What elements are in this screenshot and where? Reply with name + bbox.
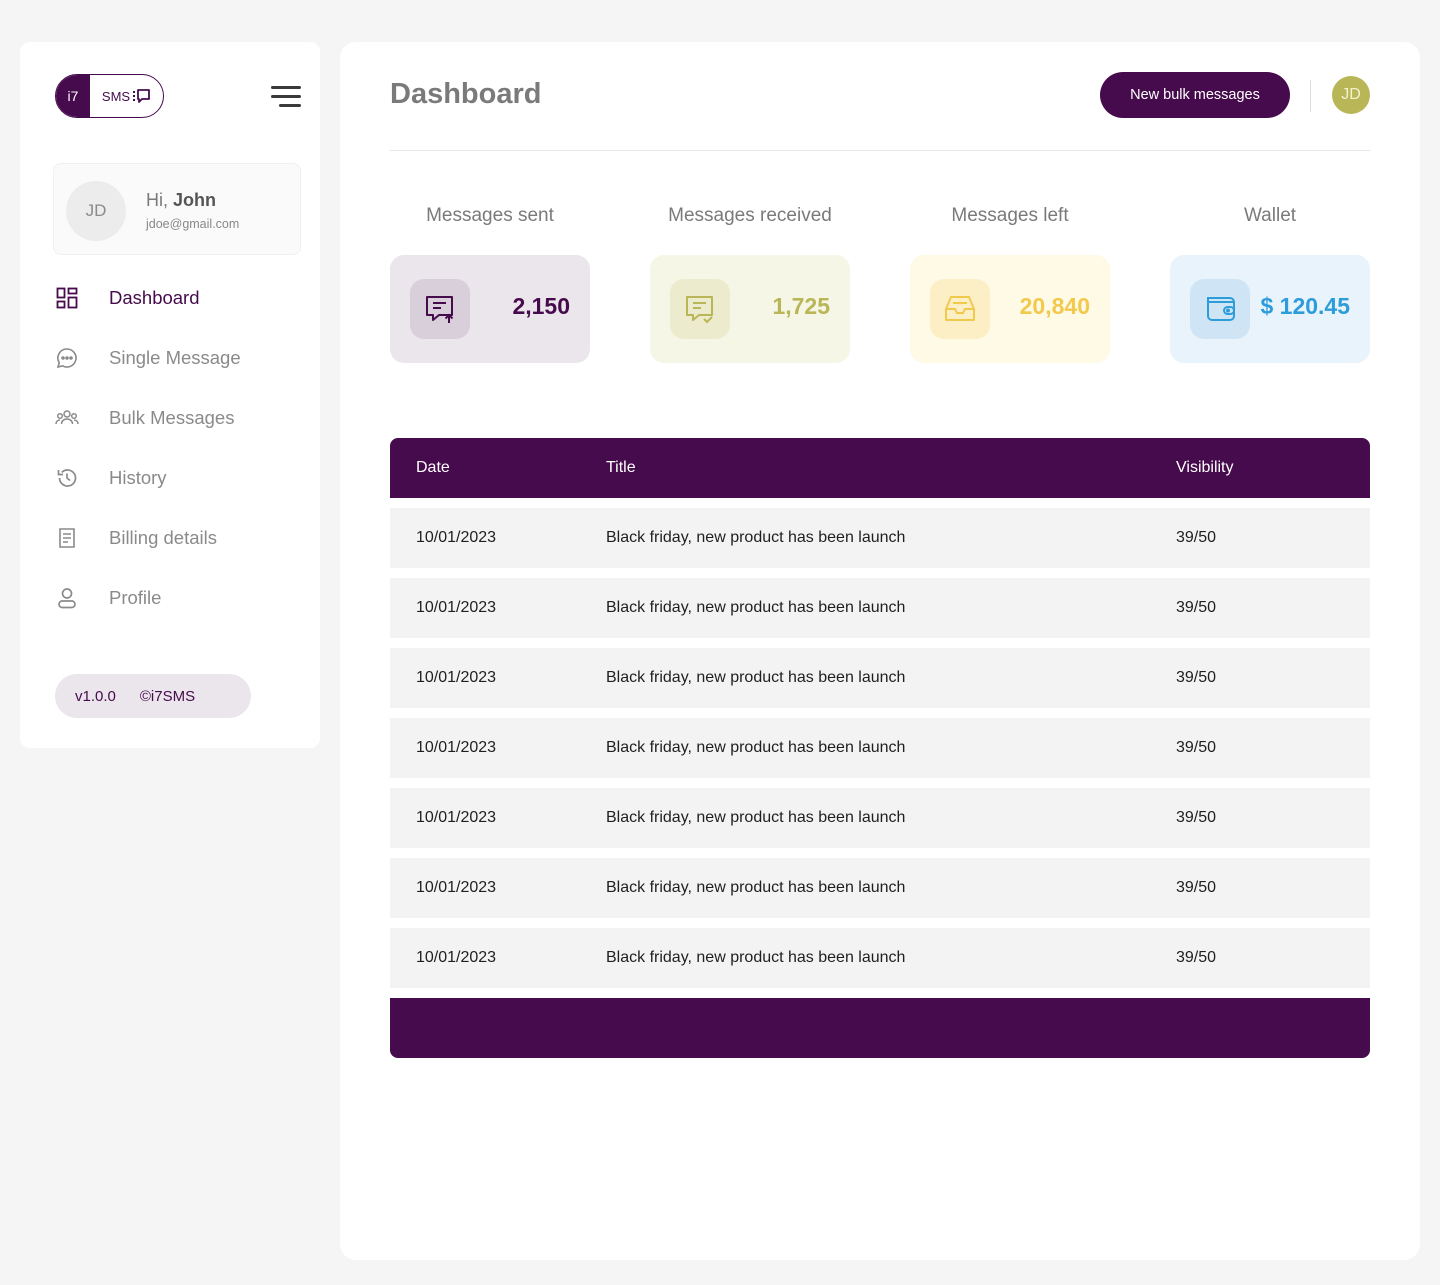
cell-date: 10/01/2023 [416, 879, 497, 896]
message-check-icon [670, 279, 730, 339]
copyright-text: ©i7SMS [139, 687, 196, 705]
cell-visibility: 39/50 [1176, 599, 1217, 616]
sidebar-item-single-message[interactable]: Single Message [20, 328, 320, 388]
header-divider [1310, 80, 1311, 112]
cell-title: Black friday, new product has been launc… [606, 599, 906, 616]
sidebar-item-label: Billing details [109, 527, 217, 548]
receipt-icon [55, 526, 79, 550]
inbox-icon [930, 279, 990, 339]
logo-right: SMS [90, 75, 163, 117]
wallet-icon [1190, 279, 1250, 339]
main-panel: Dashboard New bulk messages JD Messages … [340, 42, 1420, 1260]
header-divider-line [390, 150, 1370, 151]
cell-title: Black friday, new product has been launc… [606, 809, 906, 826]
cell-date: 10/01/2023 [416, 809, 497, 826]
dashboard-icon [55, 286, 79, 310]
sidebar-item-dashboard[interactable]: Dashboard [20, 268, 320, 328]
sidebar-item-profile[interactable]: Profile [20, 568, 320, 628]
user-greeting: Hi, John [146, 190, 216, 211]
stat-messages-received: Messages received 1,725 [650, 205, 850, 363]
column-header-visibility[interactable]: Visibility [1176, 459, 1234, 477]
cell-visibility: 39/50 [1176, 809, 1217, 826]
stat-wallet: Wallet $ 120.45 [1170, 205, 1370, 363]
user-avatar: JD [66, 181, 126, 241]
message-logo-icon [133, 89, 150, 103]
stat-title: Messages left [951, 205, 1069, 226]
logo-text: SMS [101, 88, 131, 104]
stat-card[interactable]: $ 120.45 [1170, 255, 1370, 363]
cell-visibility: 39/50 [1176, 879, 1217, 896]
stat-title: Messages received [668, 205, 832, 226]
cell-date: 10/01/2023 [416, 599, 497, 616]
hamburger-line [279, 104, 301, 107]
stat-card[interactable]: 1,725 [650, 255, 850, 363]
sidebar-item-bulk-messages[interactable]: Bulk Messages [20, 388, 320, 448]
cell-visibility: 39/50 [1176, 529, 1217, 546]
cell-date: 10/01/2023 [416, 529, 497, 546]
stat-title: Messages sent [426, 205, 554, 226]
table-row[interactable]: 10/01/2023 Black friday, new product has… [390, 788, 1370, 848]
table-row[interactable]: 10/01/2023 Black friday, new product has… [390, 858, 1370, 918]
sidebar-item-label: Bulk Messages [109, 407, 235, 428]
column-header-title[interactable]: Title [606, 459, 636, 477]
table-row[interactable]: 10/01/2023 Black friday, new product has… [390, 578, 1370, 638]
table-row[interactable]: 10/01/2023 Black friday, new product has… [390, 508, 1370, 568]
user-icon [55, 586, 79, 610]
sidebar-item-label: Dashboard [109, 287, 200, 308]
version-badge: v1.0.0 ©i7SMS [55, 674, 251, 718]
new-bulk-messages-button[interactable]: New bulk messages [1100, 72, 1290, 118]
cell-title: Black friday, new product has been launc… [606, 949, 906, 966]
users-group-icon [55, 406, 79, 430]
user-name: John [173, 190, 217, 210]
cell-title: Black friday, new product has been launc… [606, 739, 906, 756]
table-row[interactable]: 10/01/2023 Black friday, new product has… [390, 928, 1370, 988]
sidebar-nav: Dashboard Single Message Bulk Messages H… [20, 268, 320, 628]
stat-value: 20,840 [1019, 293, 1090, 319]
hamburger-line [271, 86, 301, 89]
user-card[interactable]: JD Hi, John jdoe@gmail.com [53, 163, 301, 255]
cell-date: 10/01/2023 [416, 739, 497, 756]
history-icon [55, 466, 79, 490]
table-footer [390, 998, 1370, 1058]
cell-visibility: 39/50 [1176, 949, 1217, 966]
cell-title: Black friday, new product has been launc… [606, 669, 906, 686]
stat-messages-sent: Messages sent 2,150 [390, 205, 590, 363]
sidebar-item-label: Single Message [109, 347, 241, 368]
logo-left: i7 [56, 75, 90, 117]
stat-card[interactable]: 2,150 [390, 255, 590, 363]
user-email: jdoe@gmail.com [146, 217, 240, 231]
table-header: Date Title Visibility [390, 438, 1370, 498]
sidebar-item-label: History [109, 467, 167, 488]
column-header-date[interactable]: Date [416, 459, 450, 477]
avatar[interactable]: JD [1332, 76, 1370, 114]
sidebar: i7 SMS JD Hi, John jdoe@gmail.com Dashbo… [20, 42, 320, 748]
stat-title: Wallet [1243, 205, 1297, 226]
table-row[interactable]: 10/01/2023 Black friday, new product has… [390, 648, 1370, 708]
stat-card[interactable]: 20,840 [910, 255, 1110, 363]
stat-value: 1,725 [772, 293, 830, 319]
cell-visibility: 39/50 [1176, 669, 1217, 686]
cell-title: Black friday, new product has been launc… [606, 529, 906, 546]
message-upload-icon [410, 279, 470, 339]
stat-value: $ 120.45 [1260, 293, 1350, 319]
app-logo[interactable]: i7 SMS [55, 74, 164, 118]
page-title: Dashboard [390, 78, 542, 110]
hamburger-menu-icon[interactable] [269, 86, 301, 108]
stat-value: 2,150 [512, 293, 570, 319]
version-text: v1.0.0 [75, 687, 116, 705]
sidebar-item-label: Profile [109, 587, 162, 608]
greeting-text: Hi, [146, 190, 168, 210]
table-row[interactable]: 10/01/2023 Black friday, new product has… [390, 718, 1370, 778]
stat-messages-left: Messages left 20,840 [910, 205, 1110, 363]
hamburger-line [271, 95, 301, 98]
sidebar-item-history[interactable]: History [20, 448, 320, 508]
chat-bubble-icon [55, 346, 79, 370]
cell-date: 10/01/2023 [416, 949, 497, 966]
cell-visibility: 39/50 [1176, 739, 1217, 756]
sidebar-item-billing-details[interactable]: Billing details [20, 508, 320, 568]
cell-title: Black friday, new product has been launc… [606, 879, 906, 896]
cell-date: 10/01/2023 [416, 669, 497, 686]
